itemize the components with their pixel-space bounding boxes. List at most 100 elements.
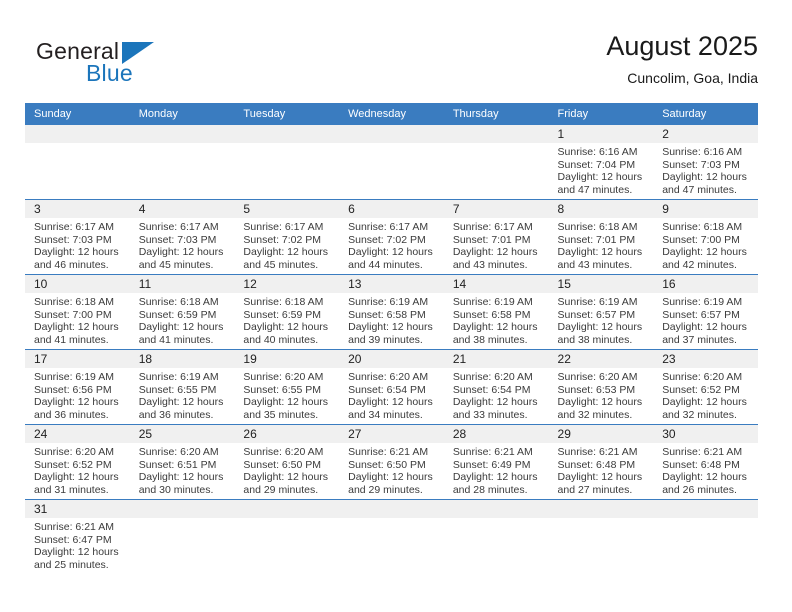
calendar-day-cell[interactable]: 3 Sunrise: 6:17 AM Sunset: 7:03 PM Daylight…	[25, 199, 130, 275]
day-daylight1-text: Daylight: 12 hours	[557, 171, 643, 184]
calendar-day-cell[interactable]: 9 Sunrise: 6:18 AM Sunset: 7:00 PM Daylight…	[653, 199, 758, 275]
calendar-day-cell[interactable]: 25 Sunrise: 6:20 AM Sunset: 6:51 PM Dayligh…	[129, 424, 235, 500]
day-daylight1-text: Daylight: 12 hours	[662, 396, 747, 409]
calendar-day-cell[interactable]: 19 Sunrise: 6:20 AM Sunset: 6:55 PM Dayligh…	[234, 349, 340, 425]
calendar-day-cell[interactable]: 8 Sunrise: 6:18 AM Sunset: 7:01 PM Daylight…	[548, 199, 654, 275]
day-daylight2-text: and 31 minutes.	[34, 483, 109, 496]
calendar-day-cell[interactable]: 30 Sunrise: 6:21 AM Sunset: 6:48 PM Dayligh…	[653, 424, 758, 500]
day-sun-info: Sunrise: 6:19 AM Sunset: 6:57 PM Daylight:…	[653, 293, 758, 346]
general-blue-logo[interactable]: General Blue	[36, 38, 226, 90]
calendar-day-cell[interactable]: 24 Sunrise: 6:20 AM Sunset: 6:52 PM Dayligh…	[25, 424, 130, 500]
day-daylight2-text: and 29 minutes.	[348, 483, 423, 496]
calendar-day-cell[interactable]: 14 Sunrise: 6:19 AM Sunset: 6:58 PM Dayligh…	[443, 274, 549, 350]
calendar-day-cell[interactable]: 20 Sunrise: 6:20 AM Sunset: 6:54 PM Dayligh…	[339, 349, 444, 425]
day-sun-info	[549, 518, 654, 521]
calendar-day-cell[interactable]: 11 Sunrise: 6:18 AM Sunset: 6:59 PM Dayligh…	[129, 274, 235, 350]
day-sunset-text: Sunset: 6:47 PM	[34, 533, 112, 546]
calendar-day-cell[interactable]: 28 Sunrise: 6:21 AM Sunset: 6:49 PM Dayligh…	[443, 424, 549, 500]
calendar-day: 14 Sunrise: 6:19 AM Sunset: 6:58 PM Dayligh…	[443, 275, 549, 349]
day-sunrise-text: Sunrise: 6:19 AM	[662, 296, 743, 308]
calendar-day-cell[interactable]: 23 Sunrise: 6:20 AM Sunset: 6:52 PM Dayligh…	[653, 349, 758, 425]
day-sun-info: Sunrise: 6:20 AM Sunset: 6:50 PM Daylight:…	[234, 443, 339, 496]
day-sun-info: Sunrise: 6:20 AM Sunset: 6:53 PM Daylight:…	[549, 368, 654, 421]
day-daylight1-text: Daylight: 12 hours	[34, 321, 119, 334]
day-sun-info: Sunrise: 6:19 AM Sunset: 6:57 PM Daylight:…	[549, 293, 654, 346]
calendar-day-cell[interactable]: 15 Sunrise: 6:19 AM Sunset: 6:57 PM Dayligh…	[548, 274, 654, 350]
calendar-day-cell[interactable]: 6 Sunrise: 6:17 AM Sunset: 7:02 PM Daylight…	[339, 199, 444, 275]
day-daylight2-text: and 42 minutes.	[662, 258, 737, 271]
day-daylight2-text: and 37 minutes.	[662, 333, 737, 346]
calendar-week-row: 17 Sunrise: 6:19 AM Sunset: 6:56 PM Dayligh…	[25, 349, 758, 425]
calendar-day-cell[interactable]: 22 Sunrise: 6:20 AM Sunset: 6:53 PM Dayligh…	[548, 349, 654, 425]
calendar-day: 5 Sunrise: 6:17 AM Sunset: 7:02 PM Daylight…	[234, 200, 340, 274]
calendar-day-cell[interactable]: 7 Sunrise: 6:17 AM Sunset: 7:01 PM Daylight…	[443, 199, 549, 275]
calendar-day-cell[interactable]: 10 Sunrise: 6:18 AM Sunset: 7:00 PM Dayligh…	[25, 274, 130, 350]
calendar-day-cell[interactable]	[129, 499, 235, 574]
day-sun-info	[130, 143, 235, 146]
calendar-day-cell[interactable]: 5 Sunrise: 6:17 AM Sunset: 7:02 PM Daylight…	[234, 199, 340, 275]
day-sun-info: Sunrise: 6:19 AM Sunset: 6:58 PM Daylight:…	[444, 293, 549, 346]
day-daylight1-text: Daylight: 12 hours	[662, 471, 747, 484]
calendar-day-cell[interactable]: 13 Sunrise: 6:19 AM Sunset: 6:58 PM Dayligh…	[339, 274, 444, 350]
day-daylight2-text: and 36 minutes.	[34, 408, 109, 421]
day-daylight1-text: Daylight: 12 hours	[34, 546, 119, 559]
calendar-day: 17 Sunrise: 6:19 AM Sunset: 6:56 PM Dayligh…	[25, 350, 130, 424]
day-sun-info: Sunrise: 6:17 AM Sunset: 7:02 PM Daylight:…	[234, 218, 339, 271]
calendar-day: 13 Sunrise: 6:19 AM Sunset: 6:58 PM Dayligh…	[339, 275, 444, 349]
calendar-day-cell[interactable]: 1 Sunrise: 6:16 AM Sunset: 7:04 PM Daylight…	[548, 125, 654, 200]
calendar-week-row: 1 Sunrise: 6:16 AM Sunset: 7:04 PM Daylight…	[25, 125, 758, 200]
calendar-day-cell[interactable]: 29 Sunrise: 6:21 AM Sunset: 6:48 PM Dayligh…	[548, 424, 654, 500]
calendar-day-cell[interactable]	[339, 499, 444, 574]
day-number: 21	[443, 350, 549, 368]
title-block: August 2025 Cuncolim, Goa, India	[606, 30, 758, 88]
day-daylight1-text: Daylight: 12 hours	[557, 396, 643, 409]
calendar-day: 21 Sunrise: 6:20 AM Sunset: 6:54 PM Dayligh…	[443, 350, 549, 424]
calendar-page: General Blue August 2025 Cuncolim, Goa, …	[0, 0, 792, 612]
calendar-day-cell[interactable]: 27 Sunrise: 6:21 AM Sunset: 6:50 PM Dayligh…	[339, 424, 444, 500]
calendar-day-cell[interactable]	[234, 499, 340, 574]
calendar-day-cell[interactable]: 21 Sunrise: 6:20 AM Sunset: 6:54 PM Dayligh…	[443, 349, 549, 425]
day-number	[234, 500, 340, 518]
weekday-header-monday: Monday	[129, 103, 235, 125]
day-daylight1-text: Daylight: 12 hours	[452, 396, 538, 409]
day-daylight2-text: and 47 minutes.	[557, 183, 633, 196]
calendar-day-cell[interactable]: 16 Sunrise: 6:19 AM Sunset: 6:57 PM Dayligh…	[653, 274, 758, 350]
day-sunrise-text: Sunrise: 6:20 AM	[662, 371, 743, 383]
day-sunset-text: Sunset: 6:48 PM	[662, 458, 740, 471]
day-sunset-text: Sunset: 6:49 PM	[452, 458, 531, 471]
calendar-day-cell[interactable]: 26 Sunrise: 6:20 AM Sunset: 6:50 PM Dayligh…	[234, 424, 340, 500]
day-daylight1-text: Daylight: 12 hours	[138, 396, 224, 409]
day-number: 12	[234, 275, 340, 293]
calendar-day-cell[interactable]: 18 Sunrise: 6:19 AM Sunset: 6:55 PM Dayligh…	[129, 349, 235, 425]
day-sun-info: Sunrise: 6:18 AM Sunset: 6:59 PM Daylight:…	[234, 293, 339, 346]
day-sunrise-text: Sunrise: 6:20 AM	[452, 371, 533, 383]
day-number: 22	[548, 350, 654, 368]
day-sunrise-text: Sunrise: 6:20 AM	[243, 371, 324, 383]
calendar-day-cell[interactable]: 17 Sunrise: 6:19 AM Sunset: 6:56 PM Dayligh…	[25, 349, 130, 425]
day-sun-info: Sunrise: 6:19 AM Sunset: 6:55 PM Daylight:…	[130, 368, 235, 421]
day-sunrise-text: Sunrise: 6:17 AM	[34, 221, 114, 233]
day-sunrise-text: Sunrise: 6:16 AM	[662, 146, 743, 158]
day-daylight1-text: Daylight: 12 hours	[662, 246, 747, 259]
calendar-day-cell[interactable]: 12 Sunrise: 6:18 AM Sunset: 6:59 PM Dayligh…	[234, 274, 340, 350]
day-number: 19	[234, 350, 340, 368]
calendar-day-cell[interactable]	[443, 499, 549, 574]
calendar-day-cell[interactable]	[129, 125, 235, 200]
calendar-day-cell[interactable]	[548, 499, 654, 574]
calendar-day-empty	[548, 500, 654, 574]
calendar-day-cell[interactable]: 4 Sunrise: 6:17 AM Sunset: 7:03 PM Daylight…	[129, 199, 235, 275]
calendar-day-cell[interactable]: 31 Sunrise: 6:21 AM Sunset: 6:47 PM Dayligh…	[25, 499, 130, 574]
day-daylight2-text: and 41 minutes.	[138, 333, 214, 346]
calendar-day-cell[interactable]: 2 Sunrise: 6:16 AM Sunset: 7:03 PM Daylight…	[653, 125, 758, 200]
day-sunrise-text: Sunrise: 6:19 AM	[452, 296, 533, 308]
calendar-day-cell[interactable]	[653, 499, 758, 574]
day-sunset-text: Sunset: 7:00 PM	[662, 233, 740, 246]
day-daylight2-text: and 35 minutes.	[243, 408, 319, 421]
calendar-day-cell[interactable]	[234, 125, 340, 200]
calendar-day-cell[interactable]	[25, 125, 130, 200]
calendar-day-cell[interactable]	[339, 125, 444, 200]
calendar-week-row: 31 Sunrise: 6:21 AM Sunset: 6:47 PM Dayligh…	[25, 499, 758, 574]
day-number: 31	[25, 500, 130, 518]
day-sun-info: Sunrise: 6:20 AM Sunset: 6:54 PM Daylight:…	[444, 368, 549, 421]
calendar-day-cell[interactable]	[443, 125, 549, 200]
